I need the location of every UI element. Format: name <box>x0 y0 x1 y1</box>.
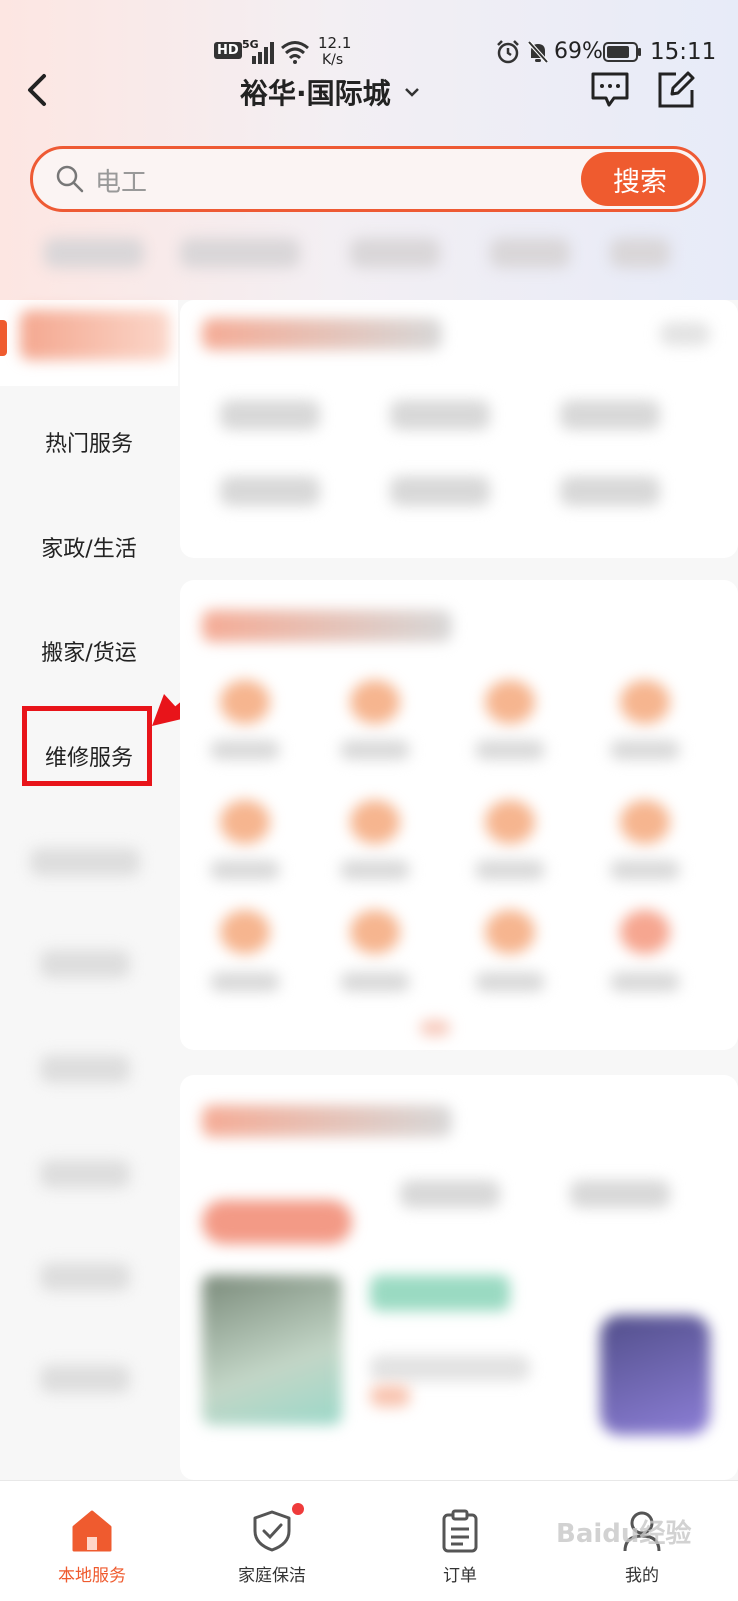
location-selector[interactable]: 裕华·国际城 <box>240 72 423 112</box>
battery-icon <box>603 42 641 62</box>
network-speed-value: 12.1 <box>318 34 352 52</box>
watermark: Baidu经验 <box>556 1519 692 1549</box>
sidebar-item-housekeeping[interactable]: 家政/生活 <box>0 531 178 563</box>
battery-percent: 69% <box>554 39 603 64</box>
nav-label: 家庭保洁 <box>238 1566 306 1586</box>
network-speed-unit: K/s <box>322 52 344 68</box>
nav-label: 我的 <box>625 1566 659 1586</box>
edit-icon[interactable] <box>656 70 696 110</box>
sidebar-item-blurred[interactable] <box>40 1160 130 1188</box>
message-icon[interactable] <box>590 70 630 110</box>
category-sidebar: 热门服务 家政/生活 搬家/货运 维修服务 <box>0 300 178 1480</box>
status-bar: HD 5G 12.1 K/s 69% 15:11 <box>0 30 738 70</box>
home-icon <box>72 1510 112 1552</box>
nav-label: 本地服务 <box>58 1566 126 1586</box>
nav-label: 订单 <box>443 1566 477 1586</box>
nav-item-local-services[interactable]: 本地服务 <box>0 1481 184 1601</box>
nav-item-home-cleaning[interactable]: 家庭保洁 <box>180 1481 364 1601</box>
sidebar-item-blurred[interactable] <box>40 1365 130 1393</box>
content-card-hot[interactable] <box>180 300 738 558</box>
highlight-box <box>22 706 152 786</box>
search-input[interactable]: 电工 <box>95 162 147 199</box>
sidebar-item-hot-services[interactable]: 热门服务 <box>0 426 178 458</box>
clipboard-icon <box>442 1509 478 1553</box>
search-button[interactable]: 搜索 <box>581 152 699 206</box>
chevron-down-icon <box>404 88 419 97</box>
sidebar-banner[interactable] <box>0 300 178 386</box>
shield-check-icon <box>253 1510 291 1552</box>
mute-bell-icon <box>527 40 549 64</box>
location-title: 裕华·国际城 <box>240 77 391 110</box>
content-card-housekeeping[interactable] <box>180 580 738 1050</box>
content-card-moving[interactable] <box>180 1075 738 1480</box>
quick-category-strip[interactable] <box>30 228 670 278</box>
hd-indicator: HD <box>214 42 242 59</box>
alarm-icon <box>497 40 519 64</box>
bottom-nav: 本地服务 家庭保洁 订单 我的 Baidu经验 <box>0 1480 738 1601</box>
back-arrow-icon[interactable] <box>22 72 52 108</box>
clock: 15:11 <box>650 39 717 65</box>
signal-icon <box>252 42 274 64</box>
sidebar-item-blurred[interactable] <box>40 1055 130 1083</box>
sidebar-item-blurred[interactable] <box>40 950 130 978</box>
search-bar[interactable]: 电工 搜索 <box>30 146 706 212</box>
search-icon <box>56 165 84 193</box>
sidebar-item-blurred[interactable] <box>30 848 140 876</box>
notification-dot <box>292 1503 304 1515</box>
wifi-icon <box>281 41 309 64</box>
sidebar-item-blurred[interactable] <box>40 1263 130 1291</box>
nav-item-orders[interactable]: 订单 <box>368 1481 552 1601</box>
